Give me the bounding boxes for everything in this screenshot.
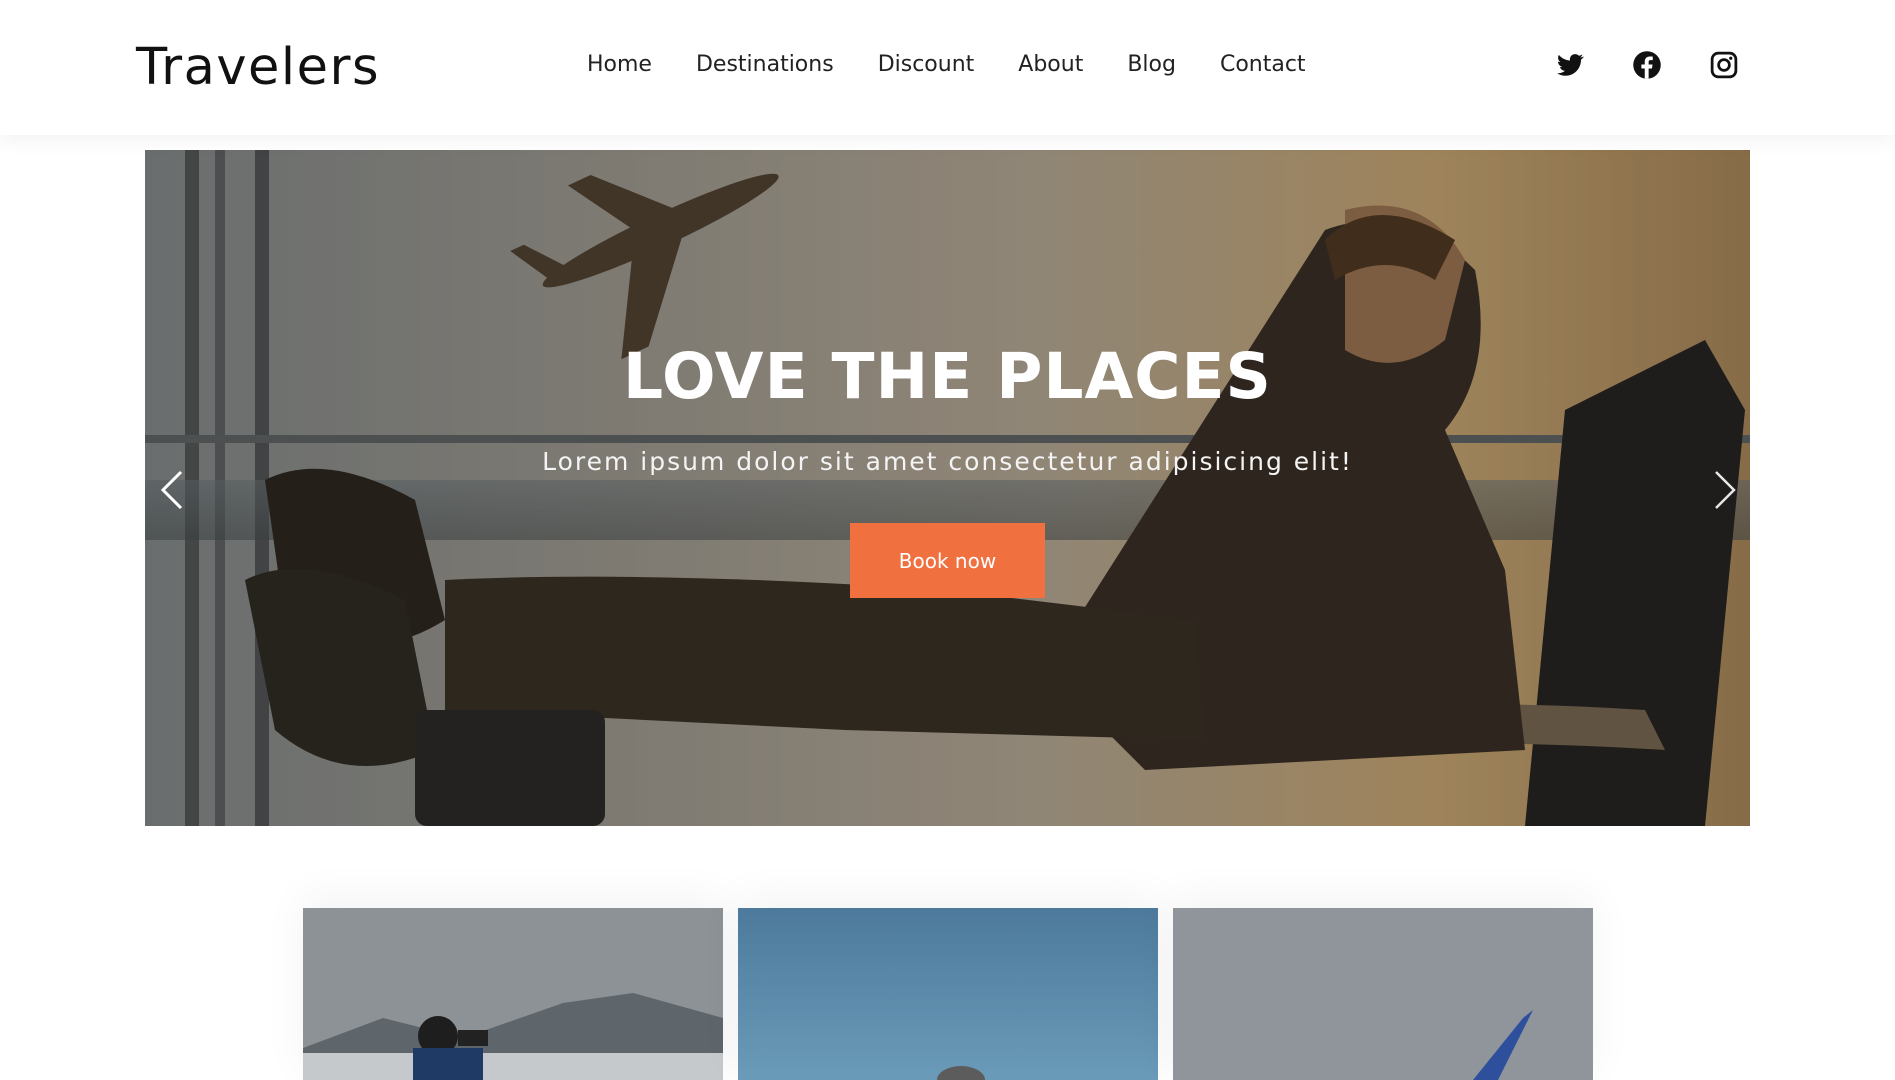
card-airplane[interactable] <box>1173 908 1593 1080</box>
chevron-left-icon[interactable] <box>157 468 187 512</box>
nav-contact[interactable]: Contact <box>1220 52 1306 77</box>
photographer-mountains-image <box>303 908 723 1080</box>
hero-title: LOVE THE PLACES <box>623 340 1272 413</box>
airplane-wing-image <box>1173 908 1593 1080</box>
nav-home[interactable]: Home <box>587 52 652 77</box>
traveler-blue-sky-image <box>738 908 1158 1080</box>
twitter-icon[interactable] <box>1555 50 1585 80</box>
destination-cards <box>303 908 1593 1080</box>
book-now-button[interactable]: Book now <box>850 523 1045 598</box>
facebook-icon[interactable] <box>1632 50 1662 80</box>
hero-subtitle: Lorem ipsum dolor sit amet consectetur a… <box>542 447 1353 476</box>
card-traveler[interactable] <box>738 908 1158 1080</box>
nav-destinations[interactable]: Destinations <box>696 52 834 77</box>
site-header: Travelers Home Destinations Discount Abo… <box>0 0 1895 135</box>
nav-about[interactable]: About <box>1018 52 1083 77</box>
chevron-right-icon[interactable] <box>1710 468 1740 512</box>
nav-blog[interactable]: Blog <box>1127 52 1176 77</box>
card-photographer[interactable] <box>303 908 723 1080</box>
nav-discount[interactable]: Discount <box>878 52 975 77</box>
social-links <box>1555 50 1739 80</box>
brand-logo[interactable]: Travelers <box>136 38 380 97</box>
hero-carousel: LOVE THE PLACES Lorem ipsum dolor sit am… <box>145 150 1750 826</box>
main-nav: Home Destinations Discount About Blog Co… <box>587 52 1350 77</box>
instagram-icon[interactable] <box>1709 50 1739 80</box>
